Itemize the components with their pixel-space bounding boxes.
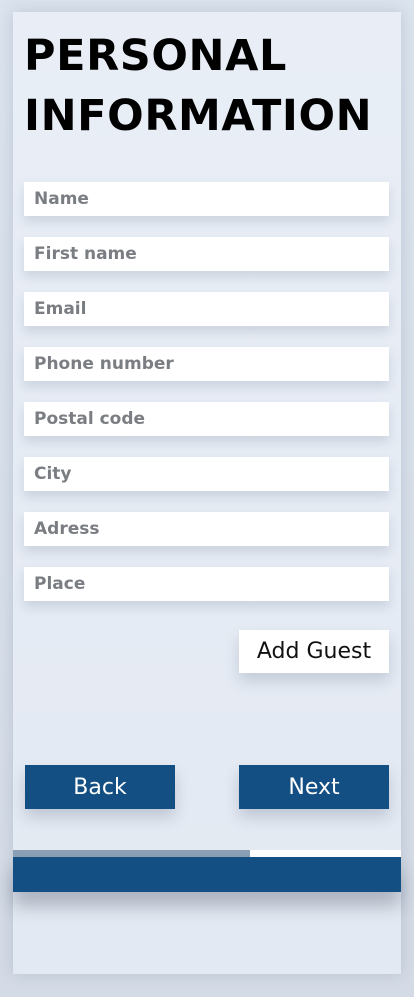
back-button[interactable]: Back <box>25 765 175 809</box>
name-input[interactable] <box>24 182 389 216</box>
bottom-bar <box>13 857 401 892</box>
progress-bar-fill <box>13 850 250 857</box>
postal-code-input[interactable] <box>24 402 389 436</box>
city-input[interactable] <box>24 457 389 491</box>
place-input[interactable] <box>24 567 389 601</box>
first-name-input[interactable] <box>24 237 389 271</box>
page-title: PERSONAL INFORMATION <box>24 31 373 141</box>
progress-bar <box>13 850 401 857</box>
address-input[interactable] <box>24 512 389 546</box>
email-input[interactable] <box>24 292 389 326</box>
phone-number-input[interactable] <box>24 347 389 381</box>
add-guest-button[interactable]: Add Guest <box>239 630 389 673</box>
form-card: PERSONAL INFORMATION Add Guest Back Next <box>13 12 401 974</box>
next-button[interactable]: Next <box>239 765 389 809</box>
